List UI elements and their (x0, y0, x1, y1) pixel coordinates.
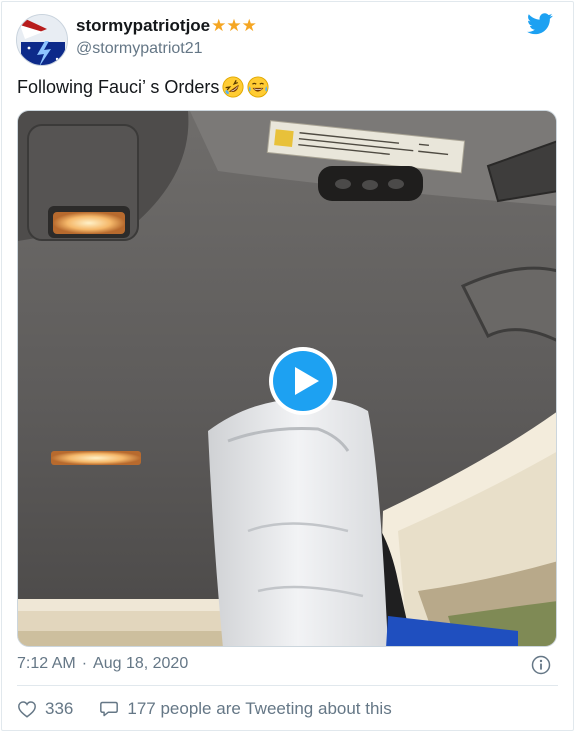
tweet-text: Following Fauci’ s Orders (17, 76, 269, 98)
play-icon[interactable] (267, 345, 339, 417)
avatar[interactable] (16, 14, 68, 66)
avatar-image (17, 15, 67, 65)
tweet-timestamp[interactable]: 7:12 AM · Aug 18, 2020 (17, 655, 188, 673)
reply-bubble-icon (100, 701, 119, 717)
author-handle[interactable]: @stormypatriot21 (76, 40, 203, 58)
tweet-card[interactable]: stormypatriotjoe ★★★ @stormypatriot21 Fo… (1, 1, 574, 731)
author-name-row[interactable]: stormypatriotjoe ★★★ (76, 15, 257, 37)
tweet-date[interactable]: Aug 18, 2020 (93, 655, 188, 673)
conversation-link[interactable]: 177 people are Tweeting about this (99, 699, 392, 719)
video-player[interactable] (17, 110, 557, 647)
like-count[interactable]: 336 (45, 699, 73, 719)
tweet-text-content: Following Fauci’ s Orders (17, 76, 220, 97)
tears-of-joy-emoji-icon (247, 76, 269, 98)
star-badge: ★★★ (211, 16, 257, 35)
twitter-bird-icon[interactable] (527, 13, 553, 35)
time-date-separator: · (81, 655, 88, 672)
like-button[interactable]: 336 (17, 699, 73, 719)
tweet-time[interactable]: 7:12 AM (17, 655, 76, 673)
tweet-actions: 336 177 people are Tweeting about this (17, 697, 392, 721)
conversation-text[interactable]: 177 people are Tweeting about this (127, 699, 391, 719)
rolling-laughing-emoji-icon (222, 76, 244, 98)
divider (17, 685, 558, 686)
heart-icon (18, 701, 36, 718)
display-name[interactable]: stormypatriotjoe (76, 16, 210, 36)
info-icon[interactable] (531, 655, 551, 675)
